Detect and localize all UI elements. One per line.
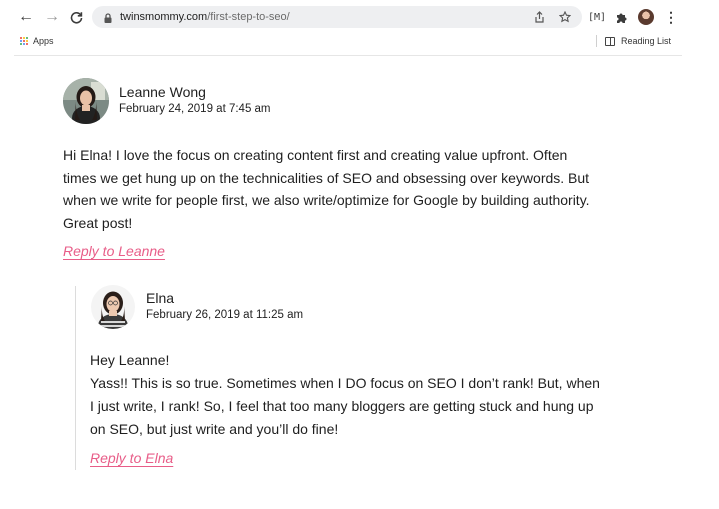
thread-indent-line: [75, 286, 76, 470]
share-icon[interactable]: [532, 10, 546, 24]
star-icon[interactable]: [558, 10, 572, 24]
comment-date[interactable]: February 24, 2019 at 7:45 am: [119, 103, 271, 115]
chrome-divider: [14, 55, 682, 56]
reload-icon[interactable]: [68, 9, 84, 25]
avatar[interactable]: [63, 78, 109, 124]
kebab-menu-icon[interactable]: ⋮: [662, 8, 680, 26]
reading-list-button[interactable]: Reading List: [596, 35, 671, 47]
comment-author: Elna: [146, 290, 175, 306]
comment-line: I just write, I rank! So, I feel that to…: [90, 398, 594, 414]
forward-arrow-icon[interactable]: →: [44, 9, 60, 25]
comment-line: Yass!! This is so true. Sometimes when I…: [90, 375, 600, 391]
lock-icon[interactable]: [102, 11, 114, 23]
apps-shortcut[interactable]: Apps: [20, 36, 54, 46]
reply-to-elna-link[interactable]: Reply to Elna: [90, 450, 173, 466]
url-text[interactable]: twinsmommy.com/first-step-to-seo/: [120, 10, 290, 24]
avatar[interactable]: [91, 285, 135, 329]
extension-icon[interactable]: [M]: [588, 8, 606, 26]
reading-list-icon: [605, 36, 615, 46]
comment-date[interactable]: February 26, 2019 at 11:25 am: [146, 309, 303, 321]
comment-line: on SEO, but just write and you’ll do fin…: [90, 421, 339, 437]
puzzle-icon[interactable]: [612, 8, 630, 26]
comment-body: Hi Elna! I love the focus on creating co…: [63, 144, 663, 234]
apps-grid-icon: [20, 36, 29, 46]
apps-label: Apps: [33, 36, 54, 46]
comment-body: Hey Leanne! Yass!! This is so true. Some…: [90, 349, 690, 441]
comment-line: Hi Elna! I love the focus on creating co…: [63, 147, 568, 163]
profile-avatar[interactable]: [637, 8, 655, 26]
comment-line: times we get hung up on the technicaliti…: [63, 169, 590, 186]
comment-line: Hey Leanne!: [90, 352, 170, 368]
comment-line: Great post!: [63, 214, 133, 231]
reply-to-leanne-link[interactable]: Reply to Leanne: [63, 243, 165, 259]
bookmarks-bar: Apps Reading List: [0, 34, 719, 50]
back-arrow-icon[interactable]: ←: [18, 9, 34, 25]
address-bar[interactable]: twinsmommy.com/first-step-to-seo/: [92, 6, 582, 28]
browser-toolbar: ← → twinsmommy.com/first-step-to-seo/ [M…: [0, 0, 719, 34]
comment-line: when we write for people first, we also …: [63, 192, 590, 208]
comment-author: Leanne Wong: [119, 84, 206, 100]
reading-list-label: Reading List: [621, 36, 672, 46]
